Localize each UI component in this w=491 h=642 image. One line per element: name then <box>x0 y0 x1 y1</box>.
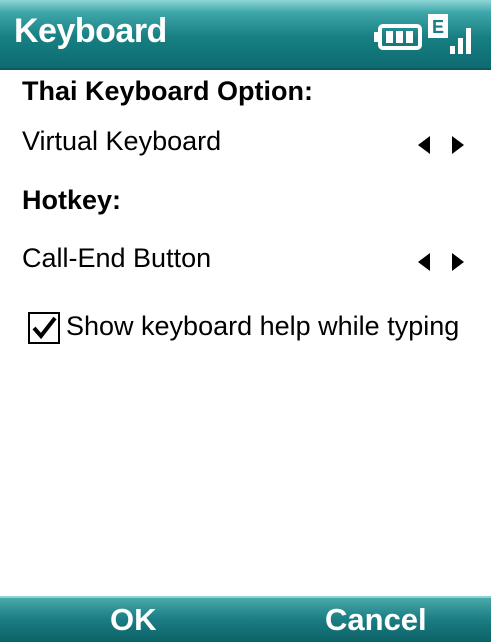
network-badge-letter: E <box>432 17 444 37</box>
signal-strength-icon <box>450 28 471 54</box>
cancel-softkey[interactable]: Cancel <box>325 602 427 638</box>
show-keyboard-help-checkbox[interactable] <box>28 312 60 344</box>
softkey-bar: OK Cancel <box>0 596 491 642</box>
left-arrow-icon[interactable] <box>418 136 430 154</box>
thai-keyboard-option-value: Virtual Keyboard <box>22 126 222 156</box>
right-arrow-icon[interactable] <box>452 253 464 271</box>
network-badge-icon: E <box>428 14 448 38</box>
checkmark-icon <box>32 316 57 340</box>
right-arrow-icon[interactable] <box>452 136 464 154</box>
ok-softkey[interactable]: OK <box>110 602 157 638</box>
left-arrow-icon[interactable] <box>418 253 430 271</box>
hotkey-label: Hotkey: <box>22 185 122 215</box>
status-icons: E <box>374 14 471 54</box>
page-title: Keyboard <box>14 12 167 50</box>
title-bar: Keyboard E <box>0 0 491 70</box>
show-keyboard-help-option[interactable]: Show keyboard help while typing <box>22 306 472 350</box>
thai-keyboard-option-label: Thai Keyboard Option: <box>22 76 314 106</box>
show-keyboard-help-label: Show keyboard help while typing <box>66 311 460 341</box>
hotkey-value: Call-End Button <box>22 243 212 273</box>
thai-keyboard-option-picker[interactable]: Virtual Keyboard <box>0 120 491 170</box>
hotkey-picker[interactable]: Call-End Button <box>0 237 491 287</box>
battery-icon <box>374 24 422 50</box>
